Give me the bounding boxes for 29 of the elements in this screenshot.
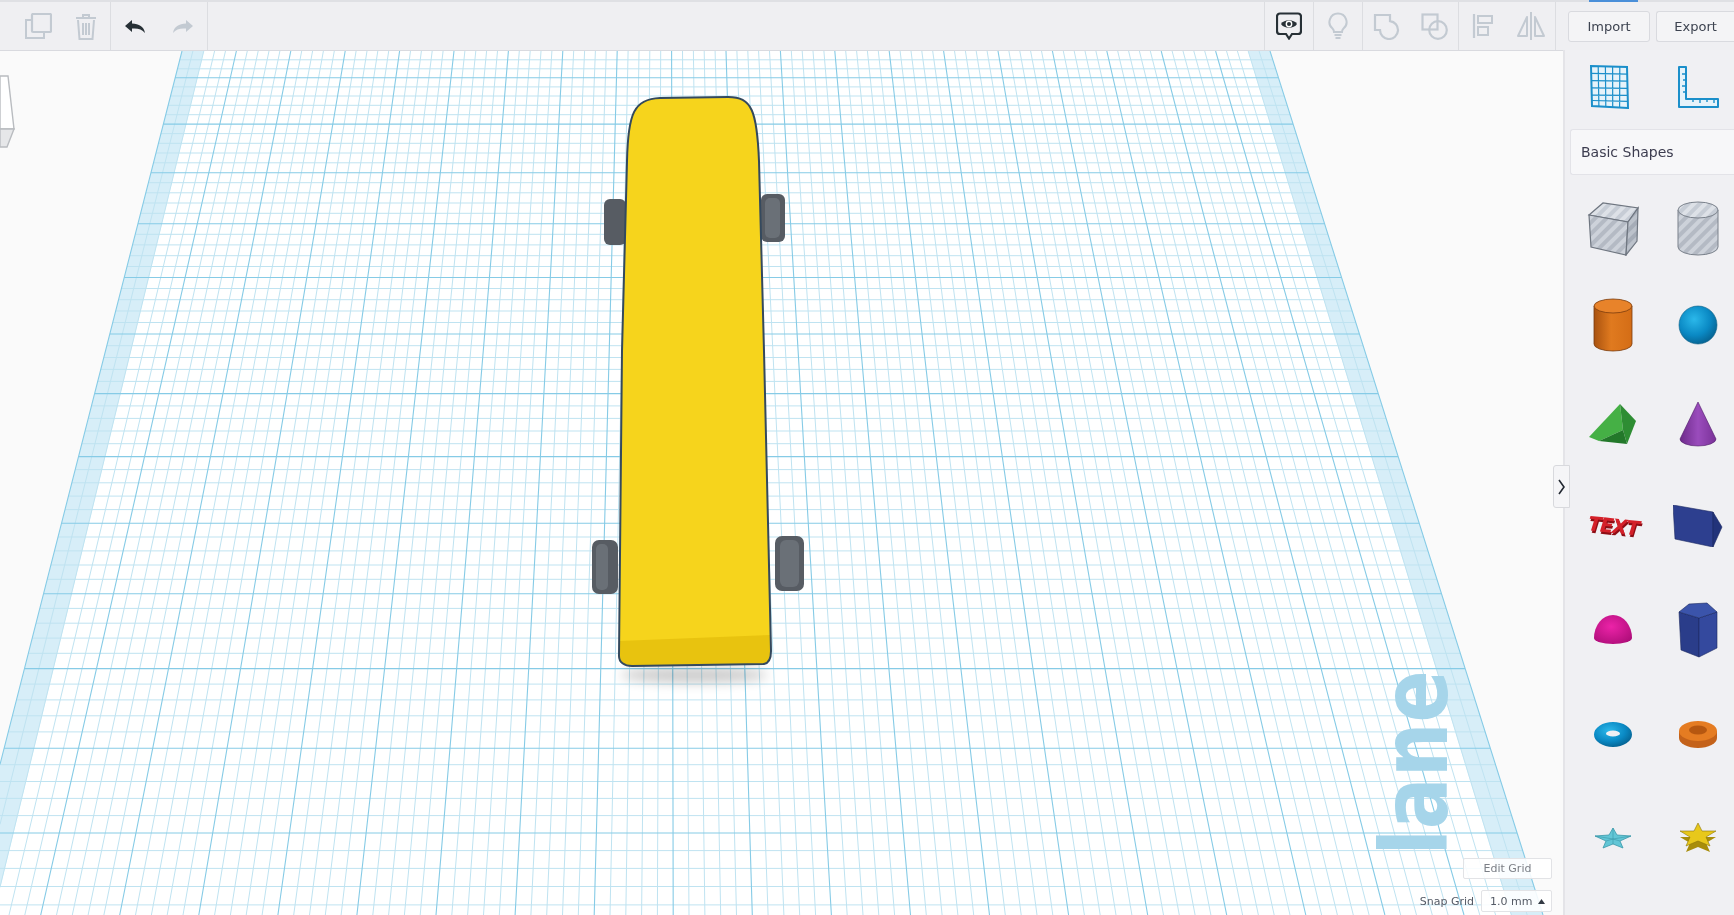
edit-grid-button[interactable]: Edit Grid <box>1463 858 1552 879</box>
export-button[interactable]: Export <box>1656 10 1734 42</box>
caret-icon <box>1538 898 1546 904</box>
workplane-label: lane <box>1361 634 1469 856</box>
sphere-icon[interactable] <box>1677 304 1718 345</box>
chevron-right-icon <box>1558 478 1565 495</box>
star-icon[interactable] <box>1594 827 1632 849</box>
view-cube[interactable] <box>0 75 16 148</box>
grid-icon[interactable] <box>1589 65 1629 109</box>
striped-cylinder-icon[interactable] <box>1676 200 1719 256</box>
cone-icon[interactable] <box>1678 400 1717 447</box>
star-prism-icon[interactable] <box>1677 822 1718 854</box>
text-shape[interactable]: TEXT <box>1586 510 1640 541</box>
import-button[interactable]: Import <box>1568 10 1651 42</box>
active-tab-underline <box>1589 0 1638 2</box>
prism-icon[interactable] <box>1589 403 1637 444</box>
hexagonal-prism-icon[interactable] <box>1676 601 1719 658</box>
tube-icon[interactable] <box>1677 719 1718 749</box>
pentagon-block-icon[interactable] <box>1672 504 1723 547</box>
snap-grid-dropdown[interactable]: 1.0 mm <box>1481 890 1552 912</box>
snap-grid-label: Snap Grid <box>1419 894 1474 908</box>
ruler-icon[interactable] <box>1676 66 1719 108</box>
eye-speech-bubble-icon[interactable] <box>1275 12 1302 40</box>
striped-box-icon[interactable] <box>1587 200 1639 256</box>
panel-toggle[interactable] <box>1553 465 1570 508</box>
torus-icon[interactable] <box>1593 720 1633 748</box>
category-dropdown[interactable]: Basic Shapes <box>1570 129 1734 175</box>
cylinder-icon[interactable] <box>1593 297 1633 352</box>
undo-icon[interactable] <box>124 18 146 34</box>
